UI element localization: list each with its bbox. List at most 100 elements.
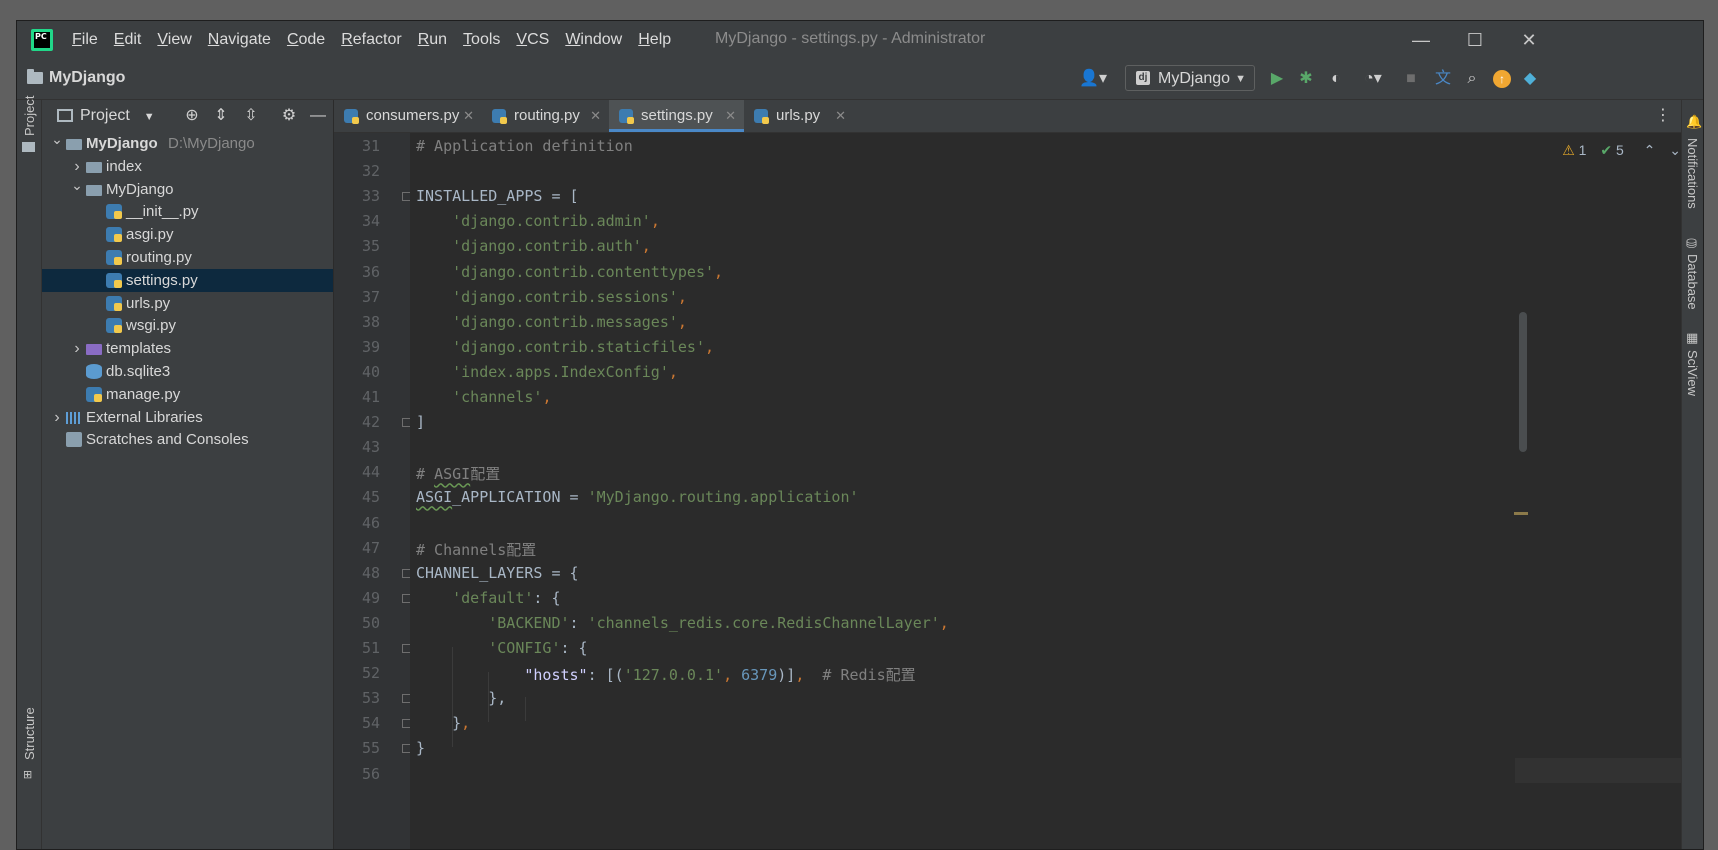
search-icon[interactable]: ⌕ [1461,67,1483,91]
breadcrumb[interactable]: MyDjango [27,69,125,87]
maximize-button[interactable]: ☐ [1455,25,1495,55]
tree-item[interactable]: __init__.py [42,200,333,223]
menu-item-file[interactable]: File [72,31,98,49]
code-line: 'django.contrib.staticfiles', [452,337,715,356]
menu-item-help[interactable]: Help [638,31,671,49]
line-number: 53 [361,689,380,708]
code-line: CHANNEL_LAYERS = { [416,563,579,582]
close-button[interactable]: ✕ [1509,25,1549,55]
jetbrains-icon[interactable]: ◆ [1519,67,1541,91]
tab-urls-py[interactable]: urls.py ✕ [744,100,854,132]
collapse-all-icon[interactable]: ⇳ [241,106,261,126]
tab-label: urls.py [776,107,821,124]
tree-item[interactable]: routing.py [42,246,333,269]
menu-item-refactor[interactable]: Refactor [341,31,401,49]
tree-item[interactable]: manage.py [42,383,333,406]
menu-item-run[interactable]: Run [418,31,447,49]
code-line: }, [416,714,471,733]
code-line: }, [416,689,507,708]
chevron-right-icon[interactable]: › [50,406,64,429]
tree-item[interactable]: Scratches and Consoles [42,428,333,451]
line-number: 32 [361,162,380,181]
tree-item[interactable]: asgi.py [42,223,333,246]
gear-icon[interactable]: ⚙ [279,106,299,126]
menu-item-edit[interactable]: Edit [114,31,142,49]
menu-item-view[interactable]: View [157,31,191,49]
close-tab-icon[interactable]: ✕ [835,100,846,132]
tool-tab-notifications[interactable]: Notifications [1685,138,1700,209]
update-icon[interactable]: ↑ [1491,67,1513,91]
tree-item[interactable]: › templates [42,337,333,360]
tool-tab-project[interactable]: Project [22,96,37,136]
menu-item-vcs[interactable]: VCS [516,31,549,49]
code-line: INSTALLED_APPS = [ [416,187,579,206]
account-icon[interactable]: 👤▾ [1075,67,1111,91]
tool-tab-structure[interactable]: Structure [22,707,37,760]
tree-item[interactable]: wsgi.py [42,314,333,337]
tab-settings-py[interactable]: settings.py ✕ [609,100,744,132]
run-icon[interactable]: ▶ [1267,67,1287,91]
tree-item[interactable]: ⌄ MyDjango D:\MyDjango [42,131,333,155]
tree-item[interactable]: db.sqlite3 [42,360,333,383]
tree-item[interactable]: settings.py [42,268,333,292]
line-number: 45 [361,488,380,507]
next-highlight-icon[interactable]: ⌄ [1669,142,1681,158]
profile-icon[interactable]: ◔▾ [1355,67,1391,91]
chevron-down-icon[interactable]: ⌄ [70,174,84,197]
chevron-right-icon[interactable]: › [70,337,84,360]
stop-icon[interactable]: ■ [1401,67,1421,91]
expand-all-icon[interactable]: ⇕ [211,106,231,126]
code-line: 'CONFIG': { [488,639,588,657]
more-tabs-icon[interactable]: ⋮ [1655,100,1671,132]
error-stripe-marker[interactable] [1514,512,1528,515]
previous-highlight-icon[interactable]: ⌃ [1644,142,1656,158]
menu-item-navigate[interactable]: Navigate [208,31,271,49]
code-line: ] [416,413,426,432]
project-view-icon [57,109,73,122]
menu-item-window[interactable]: Window [565,31,622,49]
editor-scrollbar[interactable] [1519,312,1527,452]
close-tab-icon[interactable]: ✕ [463,100,474,132]
menu-item-code[interactable]: Code [287,31,325,49]
code-editor[interactable]: # Application definition INSTALLED_APPS =… [410,133,1515,849]
tool-tab-database[interactable]: Database [1685,254,1700,310]
menu-item-tools[interactable]: Tools [463,31,500,49]
close-tab-icon[interactable]: ✕ [725,100,736,132]
right-tool-strip: 🔔 Notifications ⛁ Database ▦ SciView [1681,100,1703,849]
code-line: 'channels', [452,388,552,406]
line-number: 43 [361,438,380,457]
tab-consumers-py[interactable]: consumers.py ✕ [334,100,482,132]
debug-icon[interactable]: ✱ [1295,67,1317,91]
hide-icon[interactable]: — [308,106,328,126]
translate-icon[interactable]: 文 [1431,67,1455,91]
run-config-select[interactable]: dj MyDjango ▼ [1125,65,1255,91]
tab-routing-py[interactable]: routing.py ✕ [482,100,609,132]
tree-item-label: Scratches and Consoles [86,431,249,449]
locate-icon[interactable]: ⊕ [182,106,202,126]
window-title: MyDjango - settings.py - Administrator [715,30,986,47]
tree-item[interactable]: › index [42,155,333,178]
chevron-down-icon[interactable]: ⌄ [50,128,64,151]
tree-item[interactable]: ⌄ MyDjango [42,177,333,201]
tree-item-label: manage.py [106,385,181,403]
line-number: 42 [361,413,380,432]
folder-icon [27,69,43,84]
scratches-icon [66,432,82,448]
main-menu: File Edit View Navigate Code Refactor Run Tools… [72,21,687,59]
line-number: 46 [361,513,380,532]
line-number: 55 [361,739,380,758]
tree-item[interactable]: › External Libraries [42,406,333,429]
tree-item-path: D:\MyDjango [168,135,255,152]
coverage-icon[interactable]: ◐ [1325,67,1347,91]
tree-item-label: MyDjango [86,135,158,152]
close-tab-icon[interactable]: ✕ [590,100,601,132]
inspection-widget[interactable]: ⚠ 1 ✔ 5 ⌃ ⌄ [1562,142,1681,159]
tree-item-label: routing.py [126,249,192,266]
tree-item[interactable]: urls.py [42,292,333,315]
pycharm-logo-icon: PC [31,29,53,51]
code-line: 'django.contrib.sessions', [452,287,687,306]
minimize-button[interactable]: — [1401,25,1441,55]
project-view-select[interactable]: Project ▼ [80,107,155,125]
tool-tab-sciview[interactable]: SciView [1685,350,1700,396]
tree-item-label: settings.py [126,271,198,289]
